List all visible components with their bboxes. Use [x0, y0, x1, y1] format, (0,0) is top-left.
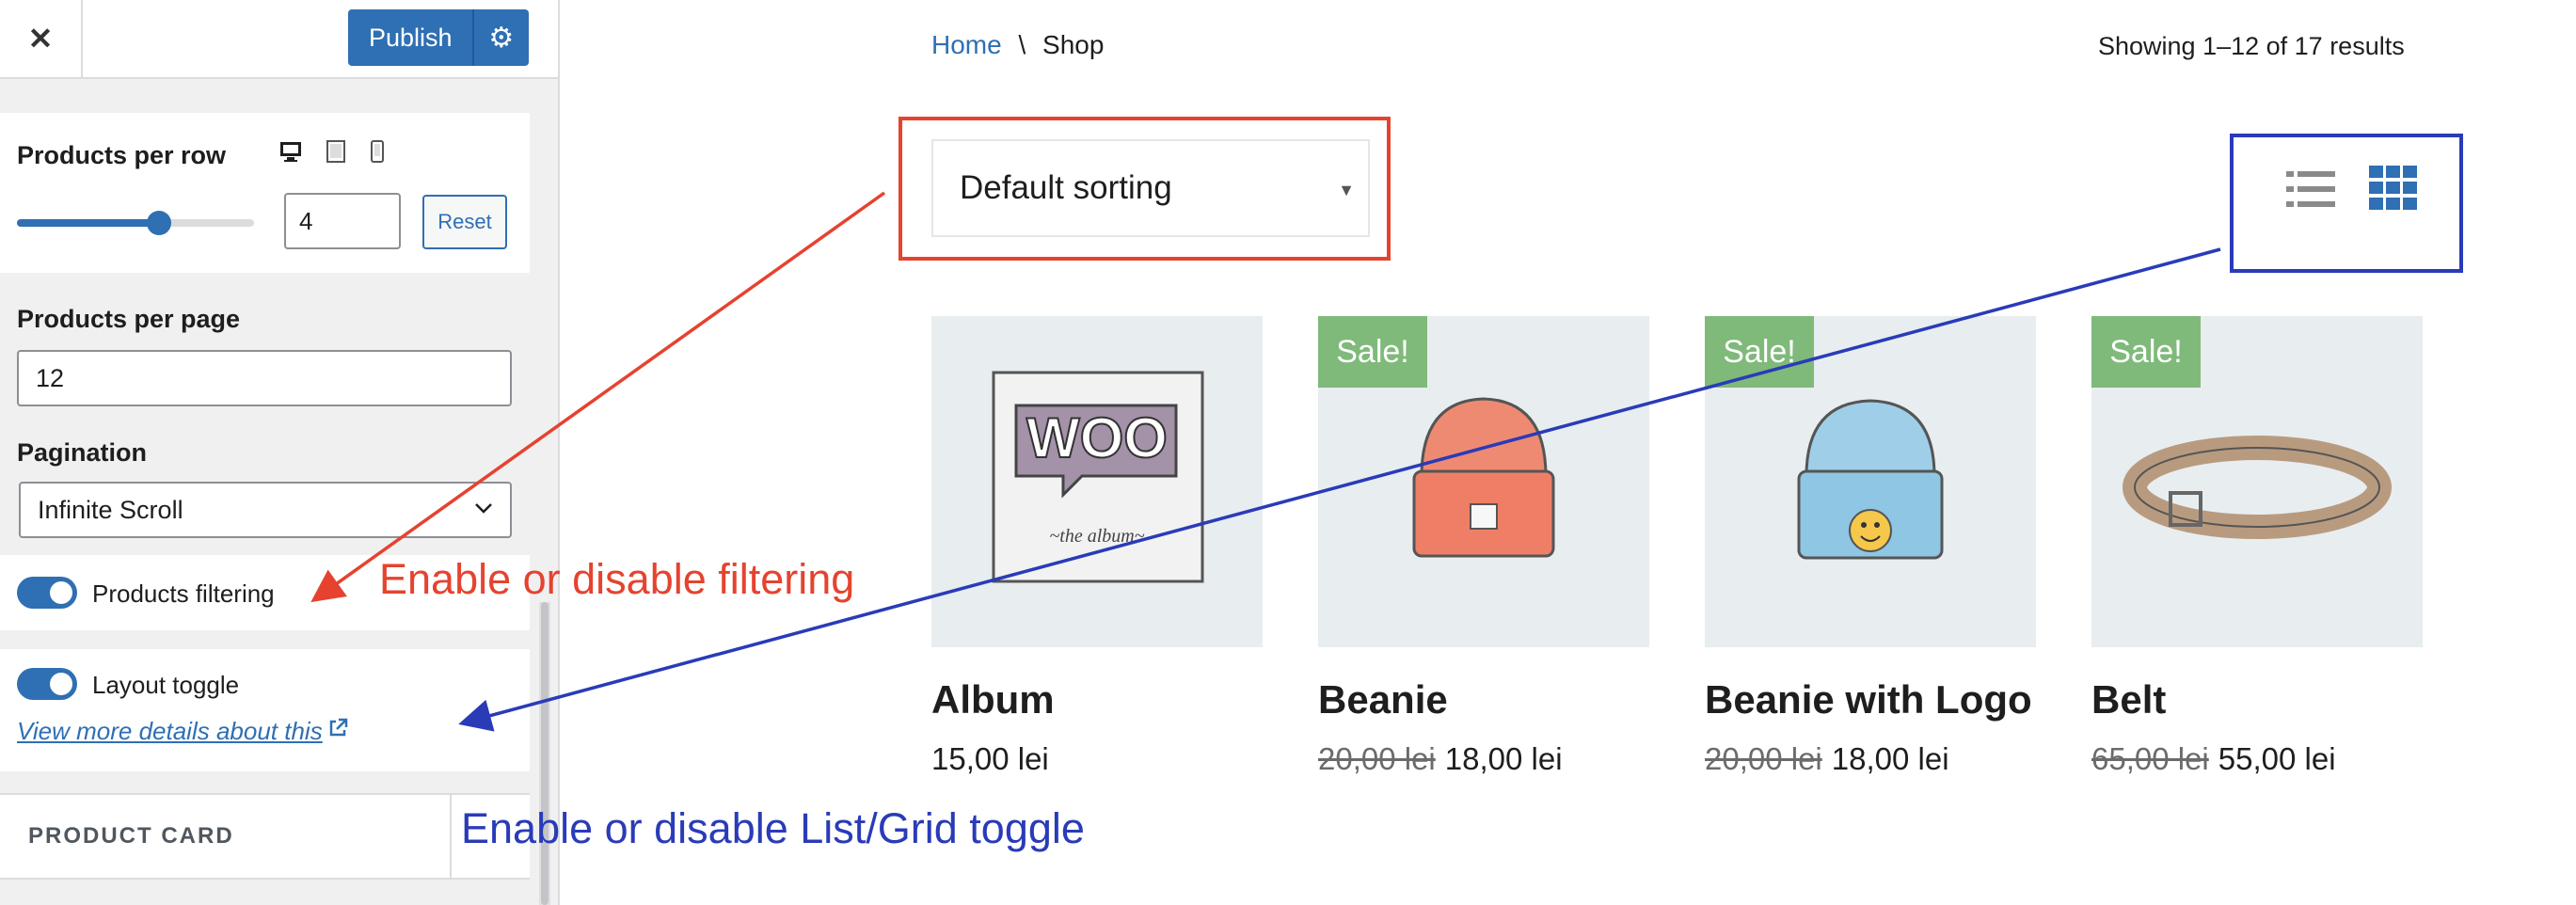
product-card[interactable]: Sale! Beanie 20,00 lei 18,00 lei — [1318, 316, 1649, 777]
product-card-section-title: PRODUCT CARD — [28, 823, 234, 849]
chevron-down-icon — [472, 497, 495, 526]
svg-text:WOO: WOO — [1026, 406, 1168, 469]
product-name[interactable]: Beanie with Logo — [1705, 672, 2036, 728]
filtering-annotation: Enable or disable filtering — [379, 555, 855, 603]
view-toggle-highlight-box — [2230, 134, 2463, 273]
products-per-page-label: Products per page — [17, 305, 241, 333]
product-current-price: 18,00 lei — [1444, 741, 1563, 776]
products-filtering-toggle[interactable] — [17, 577, 77, 609]
svg-text:~the album~: ~the album~ — [1049, 526, 1144, 547]
product-card[interactable]: WOO ~the album~ Album 15,00 lei — [931, 316, 1263, 777]
product-current-price: 15,00 lei — [931, 741, 1049, 776]
product-card[interactable]: Sale! Beanie with Logo 20,00 lei 18,00 le… — [1705, 316, 2036, 777]
breadcrumb-separator: \ — [1018, 30, 1026, 59]
toggle-knob — [50, 673, 72, 695]
pagination-label: Pagination — [17, 438, 148, 467]
products-filtering-label: Products filtering — [92, 580, 275, 608]
sorting-highlight-box — [898, 117, 1391, 261]
details-link[interactable]: View more details about this — [17, 717, 349, 746]
products-per-row-label: Products per row — [17, 141, 227, 169]
product-price: 20,00 lei 18,00 lei — [1705, 741, 2036, 777]
close-button[interactable]: ✕ — [0, 0, 83, 77]
product-current-price: 55,00 lei — [2218, 741, 2336, 776]
product-card-section[interactable]: PRODUCT CARD — [0, 793, 530, 880]
layout-toggle-row: Layout toggle View more details about th… — [0, 649, 530, 771]
section-divider — [450, 795, 452, 878]
pagination-select[interactable]: Infinite Scroll — [19, 482, 512, 538]
sidebar-scrollbar-thumb[interactable] — [541, 602, 549, 905]
product-name[interactable]: Beanie — [1318, 672, 1649, 728]
external-link-icon — [326, 718, 349, 743]
product-card[interactable]: Sale! Belt 65,00 lei 55,00 lei — [2091, 316, 2423, 777]
gear-icon[interactable]: ⚙ — [474, 22, 529, 55]
products-per-row-input[interactable]: 4 — [284, 193, 401, 249]
breadcrumb-current: Shop — [1042, 30, 1105, 59]
layout-toggle-label: Layout toggle — [92, 671, 240, 699]
product-current-price: 18,00 lei — [1831, 741, 1949, 776]
product-name[interactable]: Belt — [2091, 672, 2423, 728]
details-link-text[interactable]: View more details about this — [17, 717, 323, 745]
pagination-selected: Infinite Scroll — [38, 495, 183, 524]
sale-badge: Sale! — [2091, 316, 2201, 388]
product-old-price: 65,00 lei — [2091, 741, 2209, 776]
product-name[interactable]: Album — [931, 672, 1263, 728]
layout-toggle-switch[interactable] — [17, 668, 77, 700]
close-icon: ✕ — [27, 22, 54, 56]
product-old-price: 20,00 lei — [1318, 741, 1436, 776]
publish-label: Publish — [369, 23, 453, 52]
beanie-logo-image[interactable]: Sale! — [1705, 316, 2036, 647]
desktop-icon[interactable] — [278, 139, 303, 170]
album-image[interactable]: WOO ~the album~ — [931, 316, 1263, 647]
tablet-icon[interactable] — [326, 139, 346, 170]
sale-badge: Sale! — [1318, 316, 1427, 388]
product-price: 20,00 lei 18,00 lei — [1318, 741, 1649, 777]
belt-image[interactable]: Sale! — [2091, 316, 2423, 647]
publish-button[interactable]: Publish ⚙ — [348, 9, 529, 66]
beanie-image[interactable]: Sale! — [1318, 316, 1649, 647]
reset-button[interactable]: Reset — [422, 195, 507, 249]
customizer-header: ✕ Publish ⚙ — [0, 0, 558, 79]
sale-badge: Sale! — [1705, 316, 1814, 388]
products-per-row-slider-handle[interactable] — [147, 211, 172, 235]
device-switcher — [278, 139, 404, 170]
layout-toggle-annotation: Enable or disable List/Grid toggle — [461, 804, 1085, 852]
products-per-page-input[interactable]: 12 — [17, 350, 512, 406]
products-per-row-slider-fill — [17, 219, 160, 227]
breadcrumb: Home \ Shop — [931, 30, 1104, 60]
product-price: 15,00 lei — [931, 741, 1263, 777]
product-price: 65,00 lei 55,00 lei — [2091, 741, 2423, 777]
breadcrumb-home[interactable]: Home — [931, 30, 1002, 59]
toggle-knob — [50, 581, 72, 604]
results-count: Showing 1–12 of 17 results — [2098, 32, 2405, 60]
mobile-icon[interactable] — [370, 139, 385, 170]
product-old-price: 20,00 lei — [1705, 741, 1822, 776]
customizer-sidebar: ✕ Publish ⚙ Products per row 4 Reset Pro… — [0, 0, 560, 905]
